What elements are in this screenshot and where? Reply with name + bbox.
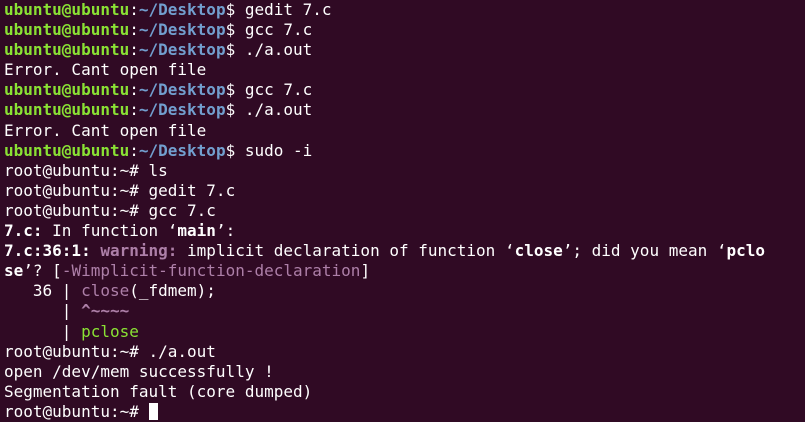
warning-text: ? [ (32, 261, 62, 281)
prompt-path: ~/Desktop (138, 20, 226, 40)
command-text: gedit 7.c (148, 180, 236, 200)
warning-flag: -Wimplicit-function-declaration (61, 261, 361, 281)
output-line: Segmentation fault (core dumped) (4, 381, 313, 401)
warning-location: 7.c:36:1: (4, 241, 91, 261)
prompt-user: ubuntu@ubuntu (4, 100, 130, 120)
prompt-colon: : (129, 140, 139, 160)
prompt-symbol: $ (225, 80, 245, 100)
prompt-colon: : (129, 0, 139, 19)
command-text: ls (148, 160, 168, 180)
prompt-user: ubuntu@ubuntu (4, 40, 130, 60)
line-number-gutter: 36 | (4, 281, 82, 301)
prompt-path: ~/Desktop (138, 140, 226, 160)
terminal-line: root@ubuntu:~# gedit 7.c (4, 181, 801, 201)
quote-open: ‘ (167, 221, 178, 241)
terminal-line: ubuntu@ubuntu:~/Desktop$ ./a.out (4, 40, 801, 60)
warning-label: warning: (100, 241, 178, 261)
caret-marker: ^~~~~ (81, 301, 130, 321)
terminal-line: ubuntu@ubuntu:~/Desktop$ sudo -i (4, 141, 801, 161)
prompt-colon: : (129, 80, 139, 100)
command-text: gcc 7.c (244, 20, 313, 40)
line-number-gutter: | (4, 301, 82, 321)
terminal-input-line[interactable]: root@ubuntu:~# (4, 402, 801, 422)
source-line: | ^~~~~ (4, 301, 801, 321)
prompt-symbol: $ (225, 40, 245, 60)
quote-close: ’ (23, 261, 33, 281)
terminal-window[interactable]: ubuntu@ubuntu:~/Desktop$ gedit 7.c ubunt… (0, 0, 805, 422)
prompt-user: ubuntu@ubuntu (4, 0, 130, 19)
terminal-line: ubuntu@ubuntu:~/Desktop$ gcc 7.c (4, 80, 801, 100)
prompt-symbol: $ (225, 0, 245, 19)
prompt-colon: : (129, 100, 139, 120)
output-line: Error. Cant open file (4, 120, 207, 140)
compiler-warning-line: 7.c:36:1: warning: implicit declaration … (4, 241, 801, 261)
warning-text: ; did you mean (572, 241, 717, 261)
fixit-suggestion: pclose (81, 321, 139, 341)
terminal-line: ubuntu@ubuntu:~/Desktop$ gedit 7.c (4, 0, 801, 20)
quote-open: ‘ (716, 241, 727, 261)
source-line: | pclose (4, 322, 801, 342)
terminal-line: ubuntu@ubuntu:~/Desktop$ ./a.out (4, 100, 801, 120)
compiler-warning-line: se’? [-Wimplicit-function-declaration] (4, 261, 801, 281)
bracket-close: ] (360, 261, 371, 281)
terminal-line: root@ubuntu:~# ls (4, 161, 801, 181)
root-prompt: root@ubuntu:~# (4, 180, 149, 200)
terminal-line: root@ubuntu:~# ./a.out (4, 342, 801, 362)
command-text: ./a.out (148, 341, 216, 361)
root-prompt: root@ubuntu:~# (4, 200, 149, 220)
output-line: open /dev/mem successfully ! (4, 361, 274, 381)
quote-open: ‘ (504, 241, 515, 261)
command-text: gedit 7.c (244, 0, 332, 19)
prompt-colon: : (129, 20, 139, 40)
prompt-path: ~/Desktop (138, 40, 226, 60)
function-name: close (514, 241, 563, 261)
prompt-symbol: $ (225, 20, 245, 40)
prompt-path: ~/Desktop (138, 100, 226, 120)
prompt-user: ubuntu@ubuntu (4, 20, 130, 40)
terminal-line: ubuntu@ubuntu:~/Desktop$ gcc 7.c (4, 20, 801, 40)
quote-close: ’ (562, 241, 573, 261)
prompt-user: ubuntu@ubuntu (4, 140, 130, 160)
root-prompt: root@ubuntu:~# (4, 160, 149, 180)
output-line: Error. Cant open file (4, 60, 207, 80)
prompt-path: ~/Desktop (138, 80, 226, 100)
function-name: main (177, 221, 216, 241)
prompt-symbol: $ (225, 100, 245, 120)
source-file: 7.c: (4, 221, 43, 241)
source-line: 36 | close(_fdmem); (4, 281, 801, 301)
output-text: In function (42, 221, 168, 241)
source-text: (_fdmem); (129, 281, 216, 301)
command-text: gcc 7.c (148, 200, 216, 220)
prompt-user: ubuntu@ubuntu (4, 80, 130, 100)
command-text: gcc 7.c (244, 80, 313, 100)
root-prompt: root@ubuntu:~# (4, 341, 149, 361)
quote-close: ’: (215, 221, 236, 241)
highlighted-call: close (81, 281, 130, 301)
line-number-gutter: | (4, 321, 82, 341)
warning-text: implicit declaration of function (177, 241, 505, 261)
command-text: sudo -i (244, 140, 313, 160)
root-prompt: root@ubuntu:~# (4, 401, 149, 421)
command-text: ./a.out (244, 100, 313, 120)
suggested-function: pclo (726, 241, 766, 261)
prompt-path: ~/Desktop (138, 0, 226, 19)
text-cursor[interactable] (148, 402, 158, 420)
prompt-symbol: $ (225, 140, 245, 160)
compiler-output-line: 7.c: In function ‘main’: (4, 221, 801, 241)
terminal-line: root@ubuntu:~# gcc 7.c (4, 201, 801, 221)
suggested-function: se (4, 261, 24, 281)
command-text: ./a.out (244, 40, 313, 60)
prompt-colon: : (129, 40, 139, 60)
